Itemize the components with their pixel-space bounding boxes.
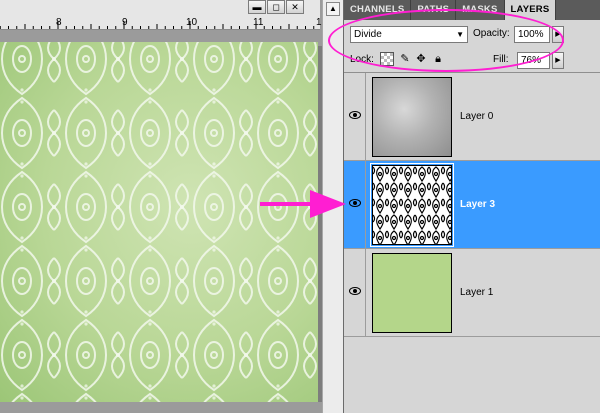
layer-row-layer-0[interactable]: Layer 0	[344, 73, 600, 161]
document-canvas[interactable]	[0, 42, 318, 402]
tab-masks[interactable]: MASKS	[456, 0, 505, 20]
fill-label: Fill:	[493, 54, 509, 65]
close-icon: ✕	[291, 1, 299, 12]
pattern-thumbnail-graphic	[373, 166, 451, 244]
visibility-toggle[interactable]	[344, 73, 366, 161]
lock-label: Lock:	[350, 54, 374, 65]
minimize-button[interactable]: ▬	[248, 0, 266, 14]
chevron-right-icon: ▶	[555, 57, 561, 64]
eye-icon	[349, 111, 361, 119]
opacity-slider-button[interactable]: ▶	[552, 26, 564, 43]
layer-thumbnail	[372, 77, 452, 157]
layer-thumbnail	[372, 253, 452, 333]
scroll-up-arrow-icon[interactable]: ▲	[326, 2, 340, 16]
lock-paint-icon[interactable]: ✎	[398, 52, 412, 66]
tab-layers[interactable]: LAYERS	[504, 0, 557, 20]
layer-name: Layer 1	[460, 287, 494, 298]
panel-tabs: CHANNELS PATHS MASKS LAYERS	[344, 0, 600, 20]
lock-all-icon[interactable]: 🔒︎	[431, 52, 445, 66]
layer-name: Layer 0	[460, 111, 494, 122]
document-window: 8 9 10 11 1 ▬ ◻ ✕ ▲	[0, 0, 343, 413]
opacity-label: Opacity:	[473, 28, 510, 39]
layer-row-layer-1[interactable]: Layer 1	[344, 249, 600, 337]
lock-move-icon[interactable]: ✥	[414, 52, 428, 66]
fill-slider-button[interactable]: ▶	[552, 52, 564, 69]
layers-panel: CHANNELS PATHS MASKS LAYERS Divide ▼ Opa…	[328, 0, 600, 413]
layer-row-layer-3[interactable]: Layer 3	[344, 161, 600, 249]
tab-channels[interactable]: CHANNELS	[344, 0, 412, 20]
chevron-right-icon: ▶	[555, 31, 561, 38]
minimize-icon: ▬	[252, 2, 262, 12]
lock-transparency-icon[interactable]	[380, 52, 394, 66]
visibility-toggle[interactable]	[344, 161, 366, 249]
blend-opacity-row: Divide ▼ Opacity: 100% ▶	[350, 25, 596, 45]
blend-mode-value: Divide	[354, 29, 382, 40]
restore-button[interactable]: ◻	[267, 0, 285, 14]
blend-mode-select[interactable]: Divide ▼	[350, 26, 468, 43]
tab-paths[interactable]: PATHS	[411, 0, 457, 20]
close-button[interactable]: ✕	[286, 0, 304, 14]
visibility-toggle[interactable]	[344, 249, 366, 337]
lock-fill-row: Lock: ✎ ✥ 🔒︎ Fill: 76% ▶	[350, 51, 596, 71]
layer-name: Layer 3	[460, 199, 496, 210]
damask-pattern	[0, 42, 318, 402]
opacity-input[interactable]: 100%	[514, 26, 550, 43]
window-controls: ▬ ◻ ✕	[248, 0, 304, 14]
chevron-down-icon: ▼	[456, 30, 464, 39]
fill-input[interactable]: 76%	[517, 52, 550, 69]
ruler-ticks	[0, 21, 315, 29]
eye-icon	[349, 199, 361, 207]
eye-icon	[349, 287, 361, 295]
vertical-scrollbar[interactable]: ▲	[322, 0, 343, 413]
restore-icon: ◻	[272, 1, 280, 12]
layer-thumbnail	[370, 163, 454, 247]
layers-list: Layer 0 Layer 3 Layer 1	[344, 72, 600, 413]
